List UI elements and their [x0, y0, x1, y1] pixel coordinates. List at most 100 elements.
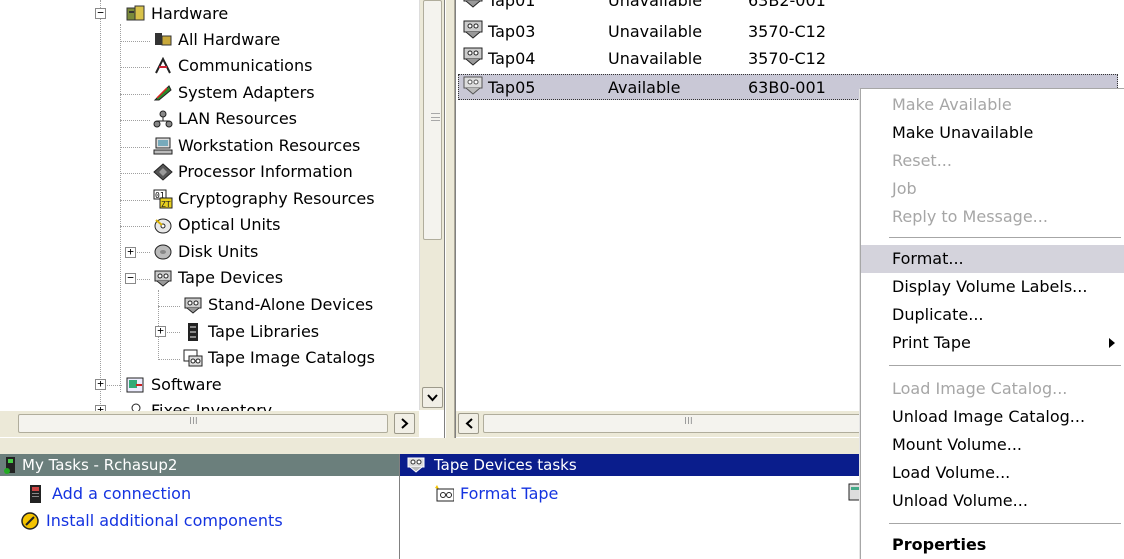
tree-item-software[interactable]: Software	[125, 373, 222, 397]
all-hardware-icon	[152, 30, 174, 50]
tree-item-label: LAN Resources	[178, 109, 297, 128]
menu-item-load-volume[interactable]: Load Volume...	[861, 459, 1124, 487]
menu-item-label: Mount Volume...	[892, 435, 1022, 454]
tree-item-label: Stand-Alone Devices	[208, 295, 374, 314]
menu-item-reply-to-message[interactable]: Reply to Message...	[861, 203, 1124, 231]
tree-item-communications[interactable]: Communications	[152, 54, 312, 78]
menu-item-label: Reply to Message...	[892, 207, 1048, 226]
communications-icon	[152, 56, 174, 76]
tree-item-all-hardware[interactable]: All Hardware	[152, 28, 280, 52]
menu-item-unload-volume[interactable]: Unload Volume...	[861, 487, 1124, 515]
my-tasks-header: My Tasks - Rchasup2	[0, 454, 399, 476]
menu-item-make-available[interactable]: Make Available	[861, 91, 1124, 119]
lan-resources-icon	[152, 109, 174, 129]
tree-guide-line	[107, 385, 122, 386]
device-name: Tap04	[488, 49, 536, 68]
tree-item-disk-units[interactable]: Disk Units	[152, 240, 258, 264]
menu-item-label: Unload Volume...	[892, 491, 1028, 510]
device-status: Unavailable	[608, 22, 703, 41]
tree-item-optical-units[interactable]: Optical Units	[152, 213, 281, 237]
tree-item-label: Optical Units	[178, 215, 281, 234]
tree-item-lan-resources[interactable]: LAN Resources	[152, 107, 297, 131]
add-connection-link[interactable]: Add a connection	[26, 482, 191, 506]
my-tasks-title: My Tasks - Rchasup2	[22, 456, 178, 474]
tree-item-label: Software	[151, 375, 222, 394]
device-status: Unavailable	[608, 49, 703, 68]
expand-disk-units-button[interactable]: +	[125, 246, 136, 258]
grip-icon	[431, 113, 440, 121]
tree-guide-line	[120, 67, 150, 68]
tree-vertical-scroll-thumb[interactable]	[423, 0, 442, 240]
tree-item-label: Cryptography Resources	[178, 189, 375, 208]
my-tasks-icon	[3, 456, 19, 480]
tree-horizontal-scrollbar[interactable]: III	[0, 411, 419, 437]
tree-item-cryptography-resources[interactable]: 01 ZT Cryptography Resources	[152, 187, 375, 211]
optical-units-icon	[152, 215, 174, 235]
menu-item-duplicate[interactable]: Duplicate...	[861, 301, 1124, 329]
tree-item-tape-devices[interactable]: Tape Devices	[152, 266, 283, 290]
tree-item-system-adapters[interactable]: System Adapters	[152, 81, 315, 105]
list-row-tap04[interactable]: Tap04 Unavailable 3570-C12	[458, 46, 1118, 72]
menu-separator	[889, 523, 1121, 524]
menu-item-reset[interactable]: Reset...	[861, 147, 1124, 175]
install-components-link[interactable]: Install additional components	[20, 509, 283, 533]
menu-item-display-volume-labels[interactable]: Display Volume Labels...	[861, 273, 1124, 301]
chevron-right-icon	[400, 418, 408, 429]
task-label: Add a connection	[52, 484, 192, 503]
device-name: Tap03	[488, 22, 536, 41]
tree-item-tape-libraries[interactable]: Tape Libraries	[182, 320, 319, 344]
device-status: Available	[608, 78, 681, 97]
menu-item-label: Job	[892, 179, 917, 198]
tree-vertical-scrollbar[interactable]	[419, 0, 444, 410]
menu-item-format[interactable]: Format...	[861, 245, 1124, 273]
tape-device-icon	[462, 75, 486, 105]
tree-item-tape-image-catalogs[interactable]: Tape Image Catalogs	[182, 346, 375, 370]
menu-item-mount-volume[interactable]: Mount Volume...	[861, 431, 1124, 459]
device-name: Tap01	[488, 0, 536, 10]
expand-tape-libraries-button[interactable]: +	[155, 325, 166, 337]
tape-devices-icon	[406, 456, 428, 480]
format-tape-link[interactable]: Format Tape	[434, 482, 558, 506]
chevron-left-icon	[465, 418, 473, 429]
menu-item-unload-image-catalog[interactable]: Unload Image Catalog...	[861, 403, 1124, 431]
menu-item-load-image-catalog[interactable]: Load Image Catalog...	[861, 375, 1124, 403]
device-type: 3570-C12	[748, 22, 827, 41]
chevron-down-icon	[427, 393, 438, 401]
scroll-left-button[interactable]	[458, 413, 479, 434]
my-tasks-pane: My Tasks - Rchasup2 Add a connection Ins…	[0, 454, 400, 559]
device-type: 63B2-001	[748, 0, 826, 10]
expand-software-button[interactable]: +	[95, 378, 106, 390]
tree-item-hardware[interactable]: Hardware	[125, 2, 228, 26]
scroll-right-button[interactable]	[394, 413, 415, 434]
list-horizontal-scroll-thumb[interactable]: III	[483, 414, 913, 433]
tree-guide-line	[120, 41, 150, 42]
scroll-down-button[interactable]	[422, 387, 443, 408]
cryptography-icon: 01 ZT	[152, 189, 174, 209]
tree-item-stand-alone-devices[interactable]: Stand-Alone Devices	[182, 293, 373, 317]
list-row-tap01[interactable]: Tap01 Unavailable 63B2-001	[458, 0, 1118, 14]
pane-splitter[interactable]	[445, 0, 455, 438]
menu-item-make-unavailable[interactable]: Make Unavailable	[861, 119, 1124, 147]
device-name: Tap05	[488, 78, 536, 97]
tape-device-icon	[462, 46, 486, 76]
install-components-icon	[20, 511, 40, 531]
collapse-tape-devices-button[interactable]: −	[125, 272, 136, 284]
menu-item-label: Duplicate...	[892, 305, 984, 324]
task-label: Install additional components	[46, 511, 283, 530]
tree-guide-line	[120, 94, 150, 95]
menu-item-label: Make Unavailable	[892, 123, 1034, 142]
tree-guide-line	[120, 147, 150, 148]
tree-guide-line	[120, 200, 150, 201]
tree-guide-line	[158, 306, 180, 307]
tree-item-processor-information[interactable]: Processor Information	[152, 160, 353, 184]
menu-item-label: Load Volume...	[892, 463, 1011, 482]
list-row-tap03[interactable]: Tap03 Unavailable 3570-C12	[458, 19, 1118, 45]
menu-item-properties[interactable]: Properties	[861, 531, 1124, 559]
menu-item-label: Properties	[892, 535, 987, 554]
collapse-hardware-button[interactable]: −	[95, 7, 106, 19]
tree-horizontal-scroll-thumb[interactable]: III	[18, 414, 388, 433]
device-status: Unavailable	[608, 0, 703, 10]
menu-item-print-tape[interactable]: Print Tape	[861, 329, 1124, 357]
menu-item-job[interactable]: Job	[861, 175, 1124, 203]
tree-item-workstation-resources[interactable]: Workstation Resources	[152, 134, 360, 158]
